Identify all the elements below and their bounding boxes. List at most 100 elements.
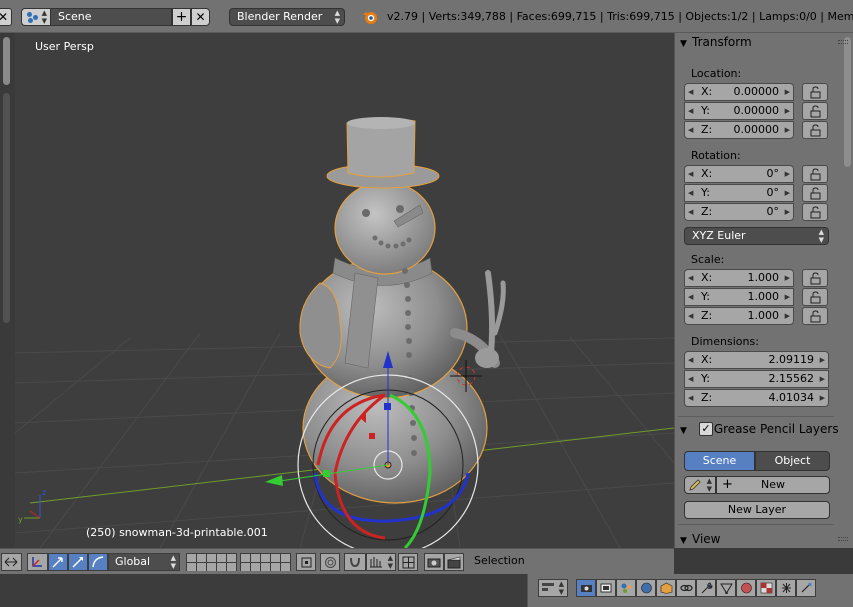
delete-scene-button[interactable]: ✕ xyxy=(191,8,210,26)
rotation-z-field[interactable]: ◀ Z: 0° ▶ xyxy=(684,203,794,221)
lock-scale-x-button[interactable] xyxy=(802,269,828,287)
layers-grid-right[interactable] xyxy=(240,553,291,571)
rotation-mode-label: XYZ Euler xyxy=(692,229,746,242)
lock-icon xyxy=(810,310,821,323)
manipulator-toggle-button[interactable] xyxy=(48,553,68,571)
viewport-scene: z y xyxy=(14,117,674,548)
modifiers-tab[interactable] xyxy=(696,579,716,597)
rotate-manipulator-button[interactable] xyxy=(88,553,108,571)
properties-editor-icon xyxy=(542,583,554,591)
snap-target-button[interactable] xyxy=(398,553,418,571)
close-screen-button[interactable]: ✕ xyxy=(0,8,12,26)
gp-datablock-browse-button[interactable]: ▲ ▼ xyxy=(684,476,716,494)
scene-icon xyxy=(621,583,631,593)
translate-icon xyxy=(72,557,83,568)
layer-button xyxy=(251,554,260,562)
manipulator-icon xyxy=(52,557,63,568)
transform-title: Transform xyxy=(692,35,752,49)
properties-editor-area: ▲ ▼ xyxy=(0,574,853,607)
scale-z-field[interactable]: ◀ Z: 1.000 ▶ xyxy=(684,307,794,325)
render-layers-icon xyxy=(600,583,612,593)
location-x-field[interactable]: ◀ X: 0.00000 ▶ xyxy=(684,83,794,101)
scene-tab[interactable] xyxy=(616,579,636,597)
rotation-x-field[interactable]: ◀ X: 0° ▶ xyxy=(684,165,794,183)
render-animation-button[interactable] xyxy=(444,553,464,571)
gp-new-layer-button[interactable]: New Layer xyxy=(684,501,830,519)
lock-rotation-y-button[interactable] xyxy=(802,184,828,202)
layer-button xyxy=(261,554,270,562)
lock-location-z-button[interactable] xyxy=(802,121,828,139)
dimension-z-field[interactable]: ◀ Z: 4.01034 ▶ xyxy=(684,389,829,407)
physics-tab[interactable] xyxy=(796,579,816,597)
lock-rotation-z-button[interactable] xyxy=(802,203,828,221)
layer-button xyxy=(271,554,280,562)
scale-x-field[interactable]: ◀ X: 1.000 ▶ xyxy=(684,269,794,287)
toolshelf-tab[interactable] xyxy=(3,93,10,323)
particles-tab[interactable] xyxy=(776,579,796,597)
layer-button xyxy=(197,563,206,571)
blender-window: ✕ ▲ ▼ Scene + ✕ Blender Render ▲ ▼ v2.79 |… xyxy=(0,0,853,607)
snap-target-icon xyxy=(402,556,415,569)
scale-y-field[interactable]: ◀ Y: 1.000 ▶ xyxy=(684,288,794,306)
layer-button xyxy=(207,563,216,571)
texture-tab[interactable] xyxy=(756,579,776,597)
translate-manipulator-button[interactable] xyxy=(68,553,88,571)
location-z-field[interactable]: ◀ Z: 0.00000 ▶ xyxy=(684,121,794,139)
gp-source-scene-tab[interactable]: Scene xyxy=(684,451,755,471)
pivot-point-button[interactable] xyxy=(27,553,48,571)
material-tab[interactable] xyxy=(736,579,756,597)
lock-location-y-button[interactable] xyxy=(802,102,828,120)
render-engine-select[interactable]: Blender Render ▲ ▼ xyxy=(229,8,345,26)
render-still-button[interactable] xyxy=(424,553,444,571)
rotation-y-field[interactable]: ◀ Y: 0° ▶ xyxy=(684,184,794,202)
drag-grip-icon[interactable] xyxy=(838,40,848,44)
editor-type-button[interactable] xyxy=(1,553,22,571)
dimension-x-field[interactable]: ◀ X: 2.09119 ▶ xyxy=(684,351,829,369)
properties-scroll-thumb[interactable] xyxy=(844,37,851,167)
drag-grip-icon[interactable] xyxy=(838,537,848,541)
dimension-y-field[interactable]: ◀ Y: 2.15562 ▶ xyxy=(684,370,829,388)
layers-grid-left[interactable] xyxy=(186,553,237,571)
view-panel-header[interactable]: ▼ View xyxy=(680,530,848,548)
snap-element-select[interactable]: ▲ ▼ xyxy=(366,553,396,571)
object-tab[interactable] xyxy=(656,579,676,597)
scene-name-field[interactable]: Scene xyxy=(51,8,172,26)
properties-editor-type-button[interactable]: ▲ ▼ xyxy=(538,579,568,597)
gp-new-label: New xyxy=(761,478,785,491)
properties-editor-header: ▲ ▼ xyxy=(527,574,853,607)
scene-browse-button[interactable]: ▲ ▼ xyxy=(21,8,51,26)
panel-divider xyxy=(678,416,834,417)
viewport-toolshelf-edge[interactable] xyxy=(0,33,15,548)
mesh-data-icon xyxy=(720,583,733,594)
collapse-triangle-icon: ▼ xyxy=(680,536,687,546)
layer-button xyxy=(207,554,216,562)
toolshelf-scroll-thumb[interactable] xyxy=(3,37,10,85)
render-layers-tab[interactable] xyxy=(596,579,616,597)
gp-source-object-tab[interactable]: Object xyxy=(755,451,830,471)
editor-type-icon xyxy=(4,557,18,567)
grease-pencil-checkbox[interactable]: ✓ xyxy=(699,422,713,436)
location-y-field[interactable]: ◀ Y: 0.00000 ▶ xyxy=(684,102,794,120)
lock-scale-z-button[interactable] xyxy=(802,307,828,325)
gp-new-button[interactable]: + New xyxy=(716,476,830,494)
lock-rotation-x-button[interactable] xyxy=(802,165,828,183)
layer-button xyxy=(187,563,196,571)
layer-button xyxy=(261,563,270,571)
proportional-edit-button[interactable] xyxy=(320,553,340,571)
layer-button xyxy=(281,554,290,562)
properties-scrollbar[interactable] xyxy=(841,33,853,548)
add-scene-button[interactable]: + xyxy=(172,8,191,26)
blender-logo-icon xyxy=(363,12,377,24)
lock-camera-button[interactable] xyxy=(296,553,316,571)
render-tab[interactable] xyxy=(576,579,596,597)
rotation-mode-select[interactable]: XYZ Euler ▲ ▼ xyxy=(684,227,829,245)
constraints-tab[interactable] xyxy=(676,579,696,597)
lock-scale-y-button[interactable] xyxy=(802,288,828,306)
orientation-select[interactable]: Global ▲ ▼ xyxy=(108,553,180,571)
snap-toggle-button[interactable] xyxy=(344,553,366,571)
transform-panel-header[interactable]: ▼ Transform xyxy=(680,33,848,51)
world-tab[interactable] xyxy=(636,579,656,597)
3d-viewport[interactable]: z y User Persp (250) snowman-3d-printabl… xyxy=(0,33,674,548)
lock-location-x-button[interactable] xyxy=(802,83,828,101)
data-tab[interactable] xyxy=(716,579,736,597)
